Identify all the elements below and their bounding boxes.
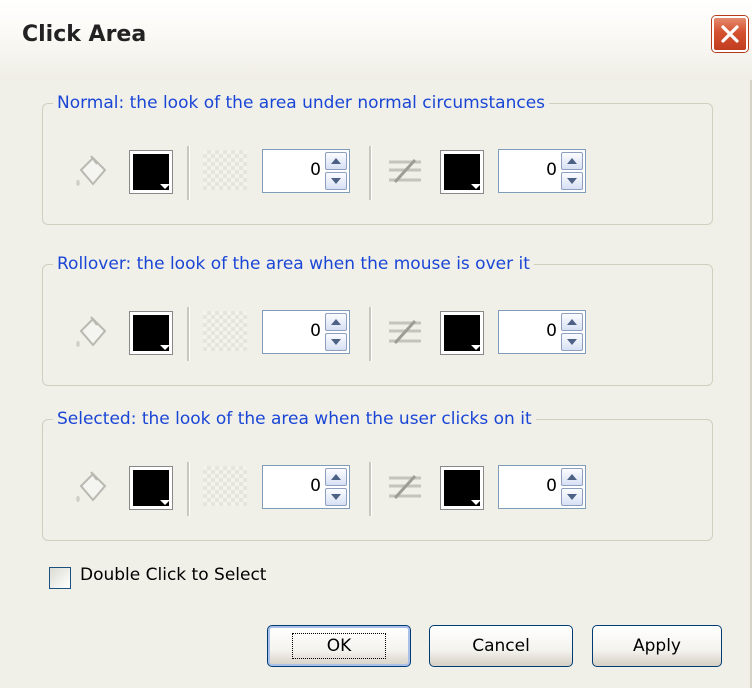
divider: [187, 146, 190, 200]
increment-button[interactable]: [561, 313, 583, 331]
increment-button[interactable]: [325, 152, 347, 170]
fill-color: [133, 154, 170, 190]
increment-button[interactable]: [561, 468, 583, 486]
line-color: [444, 315, 481, 351]
fill-color-swatch[interactable]: [129, 466, 173, 510]
line-width-stepper[interactable]: 0: [498, 465, 586, 509]
fill-color: [133, 315, 170, 351]
dialog-title: Click Area: [22, 22, 147, 47]
line-style-icon: [389, 158, 421, 184]
line-style-icon: [389, 474, 421, 500]
line-color-swatch[interactable]: [440, 311, 484, 355]
group-selected: Selected: the look of the area when the …: [42, 407, 713, 541]
close-icon: [721, 25, 739, 43]
line-color-swatch[interactable]: [440, 150, 484, 194]
decrement-button[interactable]: [561, 333, 583, 351]
line-color: [444, 154, 481, 190]
paint-bucket-icon: [76, 155, 107, 186]
line-width-stepper[interactable]: 0: [498, 149, 586, 193]
apply-button[interactable]: Apply: [592, 625, 722, 667]
title-bar[interactable]: Click Area: [0, 0, 752, 80]
increment-button[interactable]: [325, 468, 347, 486]
opacity-icon: [203, 150, 247, 190]
group-rollover: Rollover: the look of the area when the …: [42, 252, 713, 386]
divider: [187, 307, 190, 361]
fill-opacity-stepper[interactable]: 0: [262, 149, 350, 193]
fill-opacity-stepper[interactable]: 0: [262, 465, 350, 509]
divider: [369, 462, 372, 516]
decrement-button[interactable]: [325, 172, 347, 190]
line-width-value: 0: [546, 476, 557, 496]
ok-button-label: OK: [291, 633, 387, 659]
double-click-label[interactable]: Double Click to Select: [80, 565, 266, 585]
increment-button[interactable]: [561, 152, 583, 170]
line-color-swatch[interactable]: [440, 466, 484, 510]
fill-color-swatch[interactable]: [129, 150, 173, 194]
paint-bucket-icon: [76, 316, 107, 347]
fill-opacity-stepper[interactable]: 0: [262, 310, 350, 354]
paint-bucket-icon: [76, 471, 107, 502]
line-color: [444, 470, 481, 506]
divider: [369, 307, 372, 361]
decrement-button[interactable]: [561, 172, 583, 190]
apply-button-label: Apply: [633, 636, 681, 656]
decrement-button[interactable]: [325, 488, 347, 506]
fill-color: [133, 470, 170, 506]
fill-color-swatch[interactable]: [129, 311, 173, 355]
increment-button[interactable]: [325, 313, 347, 331]
line-style-icon: [389, 319, 421, 345]
fill-opacity-value: 0: [310, 160, 321, 180]
ok-button[interactable]: OK: [267, 625, 411, 667]
group-label: Rollover: the look of the area when the …: [53, 252, 534, 276]
decrement-button[interactable]: [561, 488, 583, 506]
divider: [187, 462, 190, 516]
group-normal: Normal: the look of the area under norma…: [42, 91, 713, 225]
opacity-icon: [203, 466, 247, 506]
line-width-value: 0: [546, 160, 557, 180]
group-label: Normal: the look of the area under norma…: [53, 91, 550, 115]
cancel-button[interactable]: Cancel: [429, 625, 573, 667]
close-button[interactable]: [712, 16, 748, 52]
group-label: Selected: the look of the area when the …: [53, 407, 536, 431]
click-area-dialog: Click Area Normal: the look of the area …: [0, 0, 752, 688]
divider: [369, 146, 372, 200]
line-width-value: 0: [546, 321, 557, 341]
opacity-icon: [203, 311, 247, 351]
double-click-checkbox[interactable]: [49, 567, 71, 589]
fill-opacity-value: 0: [310, 476, 321, 496]
cancel-button-label: Cancel: [472, 636, 530, 656]
line-width-stepper[interactable]: 0: [498, 310, 586, 354]
fill-opacity-value: 0: [310, 321, 321, 341]
decrement-button[interactable]: [325, 333, 347, 351]
